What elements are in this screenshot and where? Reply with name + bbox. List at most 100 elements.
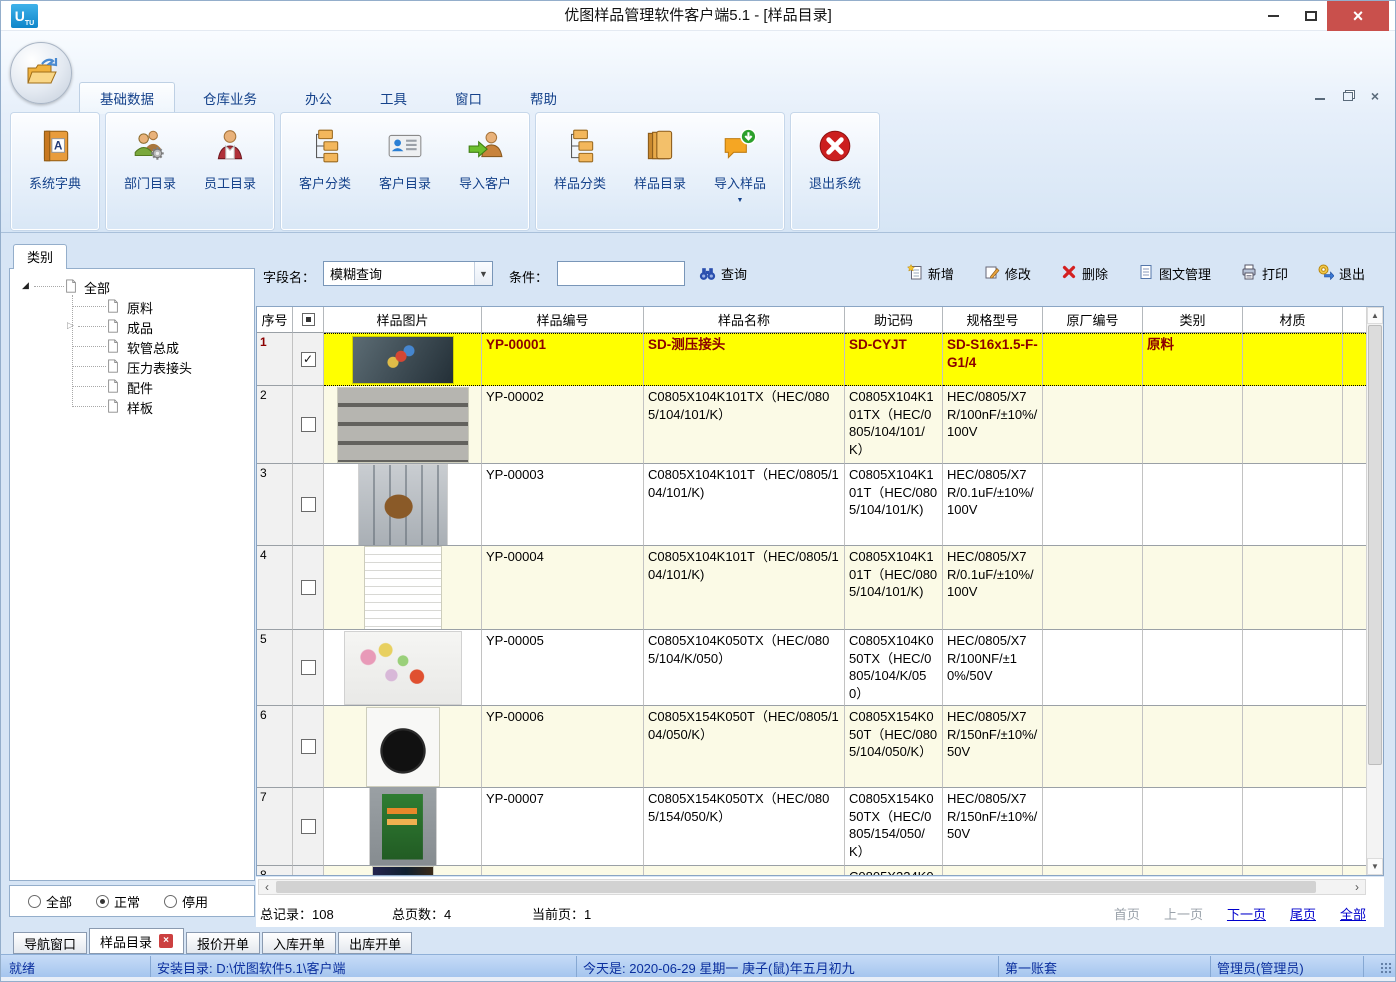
field-select[interactable]: 模糊查询 ▼ xyxy=(323,261,493,286)
page-link-下一页[interactable]: 下一页 xyxy=(1227,904,1266,923)
tree-expander-icon[interactable]: ▷ xyxy=(67,320,74,330)
table-row[interactable]: 5YP-00005C0805X104K050TX（HEC/0805/104/K/… xyxy=(257,630,1383,706)
vertical-scrollbar[interactable]: ▲ ▼ xyxy=(1366,307,1383,875)
radio-全部[interactable]: 全部 xyxy=(28,892,72,911)
column-header[interactable] xyxy=(1343,307,1368,333)
ribbon-tab[interactable]: 办公 xyxy=(285,83,352,114)
table-row[interactable]: 8C0805X224K0 xyxy=(257,866,1383,876)
condition-input[interactable] xyxy=(557,261,685,286)
tree-expander-icon[interactable]: ◢ xyxy=(22,280,29,290)
radio-正常[interactable]: 正常 xyxy=(96,892,140,911)
cell-category xyxy=(1143,386,1243,464)
add-button[interactable]: 新增 xyxy=(907,264,954,283)
select-all-checkbox[interactable] xyxy=(302,313,315,326)
ribbon-button-dictionary-book[interactable]: A系统字典 xyxy=(15,122,95,229)
cell-category xyxy=(1143,706,1243,788)
sample-photo-receipt xyxy=(365,547,441,629)
doc-tab-导航窗口[interactable]: 导航窗口 xyxy=(13,932,87,954)
tree-item[interactable]: ◢全部 xyxy=(10,276,254,296)
doc-tab-出库开单[interactable]: 出库开单 xyxy=(338,932,412,954)
mdi-restore-icon[interactable] xyxy=(1343,92,1353,101)
tree-item[interactable]: 压力表接头 xyxy=(10,356,254,376)
table-row[interactable]: 1YP-00001SD-测压接头SD-CYJTSD-S16x1.5-F-G1/4… xyxy=(257,333,1383,386)
row-checkbox[interactable] xyxy=(301,497,316,512)
cell-name: C0805X154K050TX（HEC/0805/154/050/K） xyxy=(644,788,845,866)
minimize-button[interactable] xyxy=(1255,1,1291,31)
page-link-尾页[interactable]: 尾页 xyxy=(1290,904,1316,923)
ribbon-button-exit-system[interactable]: 退出系统 xyxy=(795,122,875,229)
mdi-minimize-icon[interactable] xyxy=(1315,92,1325,100)
table-row[interactable]: 6YP-00006C0805X154K050T（HEC/0805/104/050… xyxy=(257,706,1383,788)
search-button[interactable]: 查询 xyxy=(699,264,747,283)
scroll-left-icon[interactable]: ‹ xyxy=(259,880,275,894)
doc-tab-样品目录[interactable]: 样品目录× xyxy=(89,928,184,954)
ribbon-tab[interactable]: 帮助 xyxy=(510,83,577,114)
ribbon-button-employee[interactable]: 员工目录 xyxy=(190,122,270,229)
row-checkbox-cell xyxy=(293,386,324,464)
column-header[interactable]: 样品图片 xyxy=(324,307,482,333)
table-row[interactable]: 3YP-00003C0805X104K101T（HEC/0805/104/101… xyxy=(257,464,1383,546)
ribbon-button-customer-directory[interactable]: 客户目录 xyxy=(365,122,445,229)
horizontal-scrollbar[interactable]: ‹ › xyxy=(258,879,1366,895)
image-doc-button[interactable]: 图文管理 xyxy=(1138,264,1211,283)
tree-item[interactable]: 样板 xyxy=(10,396,254,416)
scroll-down-icon[interactable]: ▼ xyxy=(1367,858,1383,875)
column-header[interactable]: 助记码 xyxy=(845,307,943,333)
app-menu-button[interactable] xyxy=(10,42,72,104)
column-header[interactable]: 材质 xyxy=(1243,307,1343,333)
delete-button[interactable]: 删除 xyxy=(1061,264,1108,283)
row-checkbox[interactable] xyxy=(301,819,316,834)
ribbon-button-import-sample[interactable]: 导入样品▼ xyxy=(700,122,780,229)
vertical-scroll-thumb[interactable] xyxy=(1368,325,1382,765)
edit-button[interactable]: 修改 xyxy=(984,264,1031,283)
cell-name: C0805X104K101T（HEC/0805/104/101/K) xyxy=(644,464,845,546)
column-header[interactable]: 样品名称 xyxy=(644,307,845,333)
maximize-button[interactable] xyxy=(1293,1,1329,31)
page-icon xyxy=(106,378,120,394)
ribbon-button-sample-category[interactable]: 样品分类 xyxy=(540,122,620,229)
column-header[interactable]: 样品编号 xyxy=(482,307,644,333)
ribbon-tab[interactable]: 工具 xyxy=(360,83,427,114)
scroll-right-icon[interactable]: › xyxy=(1349,880,1365,894)
radio-停用[interactable]: 停用 xyxy=(164,892,208,911)
doc-tab-报价开单[interactable]: 报价开单 xyxy=(186,932,260,954)
table-row[interactable]: 2YP-00002C0805X104K101TX（HEC/0805/104/10… xyxy=(257,386,1383,464)
ribbon-button-sample-directory[interactable]: 样品目录 xyxy=(620,122,700,229)
ribbon-tab[interactable]: 仓库业务 xyxy=(183,83,277,114)
tree-item[interactable]: 配件 xyxy=(10,376,254,396)
tab-category[interactable]: 类别 xyxy=(13,244,67,269)
scroll-up-icon[interactable]: ▲ xyxy=(1367,307,1383,324)
ribbon-button-label: 部门目录 xyxy=(124,173,176,192)
tree-item[interactable]: ▷成品 xyxy=(10,316,254,336)
column-header[interactable]: 原厂编号 xyxy=(1043,307,1143,333)
column-header[interactable]: 序号 xyxy=(257,307,293,333)
row-checkbox[interactable] xyxy=(301,417,316,432)
row-checkbox[interactable] xyxy=(301,739,316,754)
row-checkbox[interactable] xyxy=(301,580,316,595)
page-link-全部[interactable]: 全部 xyxy=(1340,904,1366,923)
column-header[interactable]: 规格型号 xyxy=(943,307,1043,333)
tree-item[interactable]: 软管总成 xyxy=(10,336,254,356)
exit-button[interactable]: 退出 xyxy=(1318,264,1365,283)
ribbon-button-department[interactable]: 部门目录 xyxy=(110,122,190,229)
row-checkbox[interactable] xyxy=(301,352,316,367)
horizontal-scroll-thumb[interactable] xyxy=(276,881,1316,893)
resize-grip[interactable] xyxy=(1380,962,1392,974)
doc-tab-入库开单[interactable]: 入库开单 xyxy=(262,932,336,954)
row-checkbox[interactable] xyxy=(301,660,316,675)
column-header[interactable] xyxy=(293,307,324,333)
table-row[interactable]: 7YP-00007C0805X154K050TX（HEC/0805/154/05… xyxy=(257,788,1383,866)
column-header[interactable]: 类别 xyxy=(1143,307,1243,333)
chevron-down-icon: ▼ xyxy=(737,197,744,204)
mdi-close-icon[interactable]: × xyxy=(1371,91,1379,101)
ribbon-button-customer-category[interactable]: 客户分类 xyxy=(285,122,365,229)
print-button[interactable]: 打印 xyxy=(1241,264,1288,283)
table-row[interactable]: 4YP-00004C0805X104K101T（HEC/0805/104/101… xyxy=(257,546,1383,630)
sample-photo-cell xyxy=(324,788,482,866)
ribbon-button-import-customer[interactable]: 导入客户 xyxy=(445,122,525,229)
ribbon-tab[interactable]: 窗口 xyxy=(435,83,502,114)
close-tab-icon[interactable]: × xyxy=(159,934,173,948)
tree-item[interactable]: 原料 xyxy=(10,296,254,316)
close-button[interactable]: × xyxy=(1327,1,1389,31)
ribbon-tab[interactable]: 基础数据 xyxy=(79,82,175,114)
